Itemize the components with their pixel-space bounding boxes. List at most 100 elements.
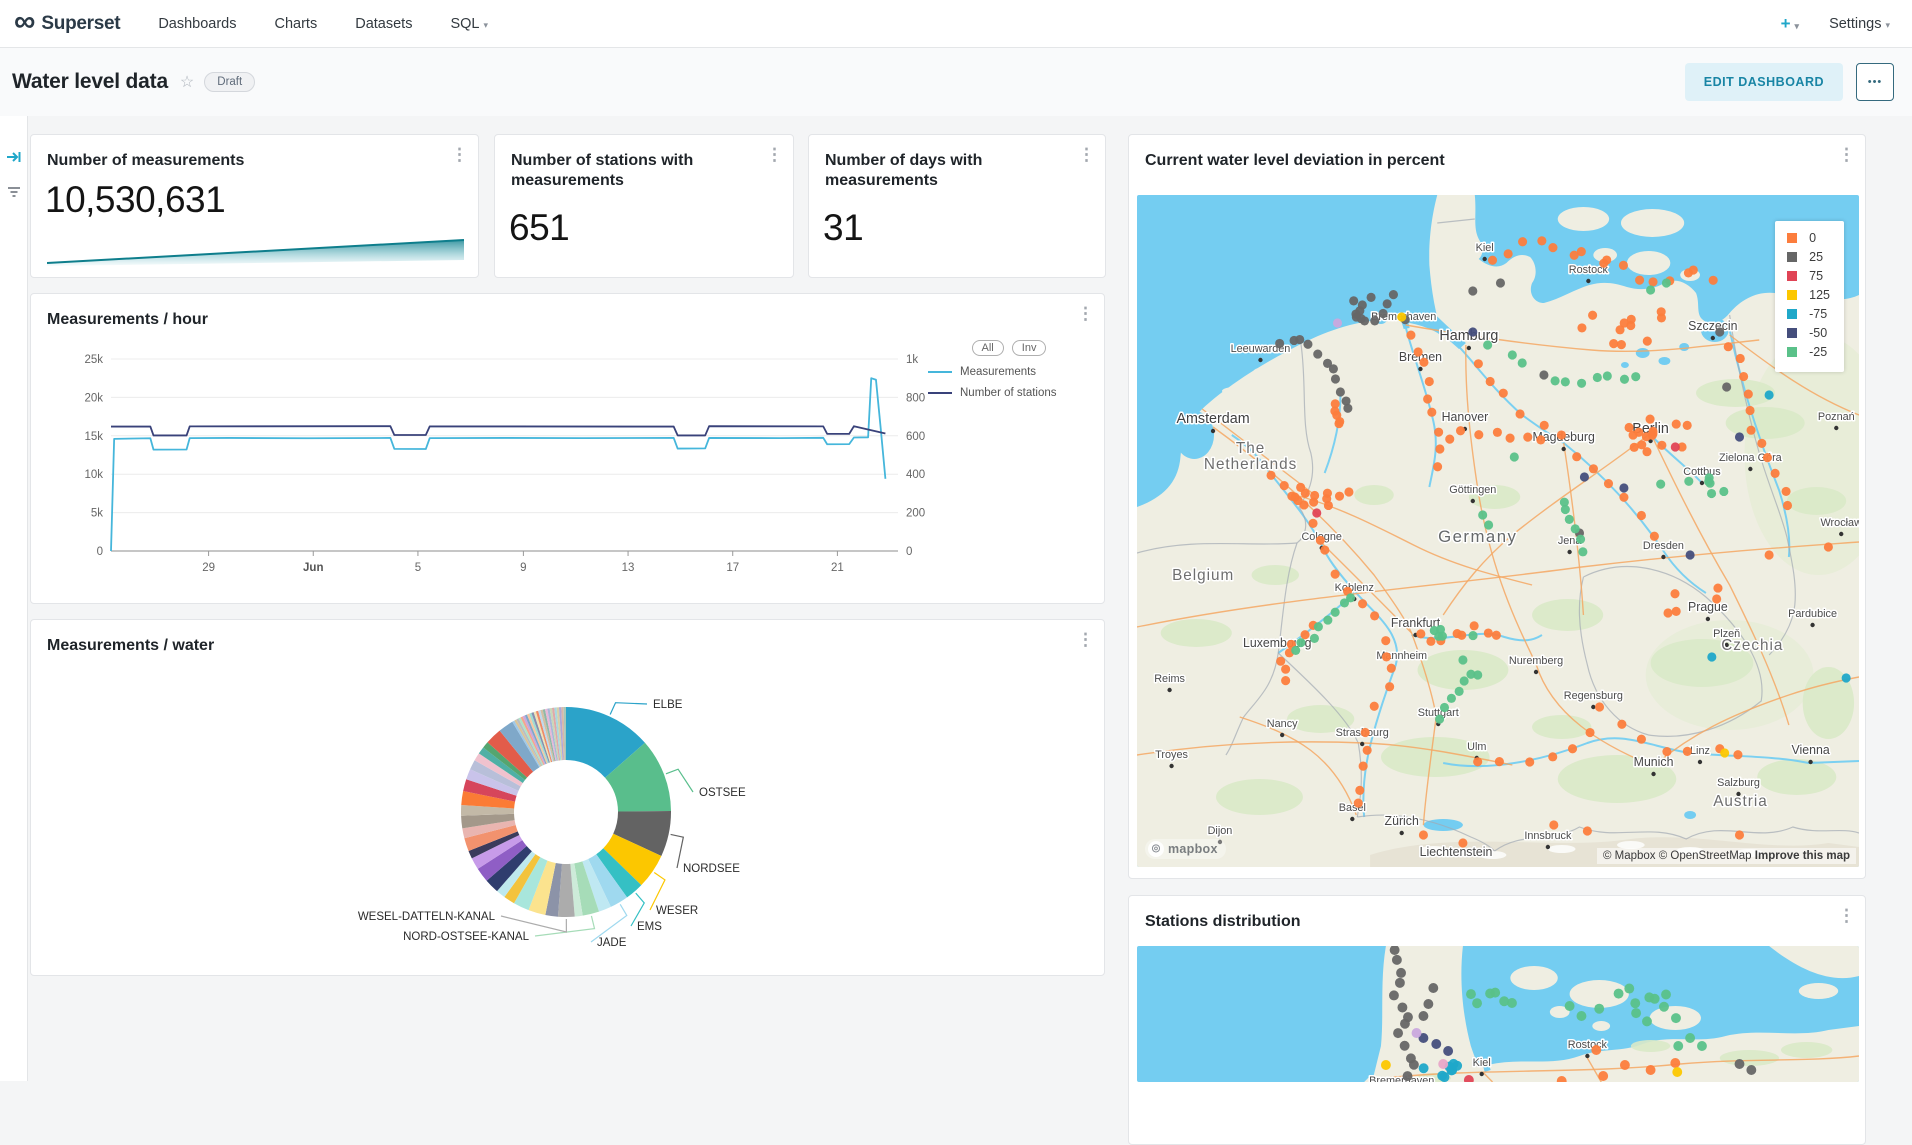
station-dot [1303,340,1312,349]
station-dot [1689,265,1698,274]
station-dot [1385,682,1394,691]
legend-value-label: 25 [1809,250,1823,264]
kebab-menu-icon[interactable]: ⋮ [451,147,468,163]
attribution-links[interactable]: © Mapbox © OpenStreetMap [1603,850,1755,862]
legend-color-swatch [1787,290,1797,300]
station-dot [1683,747,1692,756]
map-city-label: Hanover [1442,410,1489,424]
station-dot [1671,1013,1681,1023]
station-dot [1565,1001,1575,1011]
legend-color-swatch [1787,328,1797,338]
map-legend-item[interactable]: 25 [1787,250,1830,264]
panel-title: Stations distribution [1145,912,1301,932]
donut-slice-label: WESEL-DATTELN-KANAL [358,911,496,923]
map-legend-item[interactable]: -75 [1787,307,1830,321]
map-city-label: Pardubice [1788,608,1837,620]
edit-dashboard-button[interactable]: EDIT DASHBOARD [1685,63,1843,101]
station-dot [1381,1060,1391,1070]
map-svg[interactable]: LeeuwardenAmsterdamTheNetherlandsBelgium… [1137,195,1859,867]
stations-map-canvas[interactable]: KielRostockBremerhaven [1137,946,1859,1082]
station-dot [1705,473,1714,482]
station-dot [1336,387,1345,396]
legend-inv-button[interactable]: Inv [1012,340,1047,356]
station-dot [1646,285,1655,294]
station-dot [1627,315,1636,324]
station-dot [1637,511,1646,520]
nav-item-datasets[interactable]: Datasets [355,16,412,32]
legend-item-measurements[interactable]: Measurements [928,366,1090,378]
legend-item-stations[interactable]: Number of stations [928,387,1090,399]
settings-menu[interactable]: Settings▾ [1829,16,1890,32]
nav-item-sql[interactable]: SQL▾ [450,16,488,32]
kebab-menu-icon[interactable]: ⋮ [1078,147,1095,163]
svg-text:0: 0 [97,546,103,558]
map-city-label: Zürich [1385,814,1419,828]
svg-text:13: 13 [622,562,635,574]
station-dot [1672,1067,1682,1077]
map-legend-item[interactable]: -50 [1787,326,1830,340]
nav-item-charts[interactable]: Charts [275,16,318,32]
station-dot [1576,535,1585,544]
kpi-value: 651 [509,207,569,249]
station-dot [1367,293,1376,302]
station-dot [1735,830,1744,839]
station-dot [1484,520,1493,529]
station-dot [1707,489,1716,498]
station-dot [1634,428,1643,437]
donut-slice-label: NORDSEE [683,863,740,875]
station-dot [1571,524,1580,533]
map-city-label: Reims [1154,673,1185,685]
new-item-button[interactable]: +▾ [1781,14,1799,34]
station-dot [1396,968,1406,978]
kebab-menu-icon[interactable]: ⋮ [1838,908,1855,924]
station-dot [1381,636,1390,645]
map-city-label: Troyes [1155,749,1188,761]
mapbox-logo[interactable]: ◎ mapbox [1145,839,1226,859]
station-dot [1333,318,1342,327]
chart-legend: All Inv Measurements Number of stations [928,340,1090,408]
station-dot [1735,1059,1745,1069]
donut-slice-label: EMS [637,921,662,933]
favorite-star-icon[interactable]: ☆ [180,72,194,92]
station-dot [1585,728,1594,737]
station-dot [1733,750,1742,759]
map-legend-item[interactable]: -25 [1787,345,1830,359]
station-dot [1782,487,1791,496]
deviation-map-canvas[interactable]: LeeuwardenAmsterdamTheNetherlandsBelgium… [1137,195,1859,867]
legend-all-button[interactable]: All [972,340,1004,356]
station-dot [1470,621,1479,630]
kebab-menu-icon[interactable]: ⋮ [1838,147,1855,163]
kebab-menu-icon[interactable]: ⋮ [766,147,783,163]
filter-funnel-icon[interactable] [7,186,21,198]
expand-filters-icon[interactable] [6,150,22,164]
nav-item-dashboards[interactable]: Dashboards [158,16,236,32]
station-dot [1671,442,1680,451]
map-legend-item[interactable]: 125 [1787,288,1830,302]
svg-text:0: 0 [906,546,912,558]
station-dot [1657,441,1666,450]
station-dot [1561,505,1570,514]
station-dot [1438,1059,1448,1069]
svg-text:20k: 20k [84,392,103,404]
station-dot [1650,994,1660,1004]
more-options-button[interactable]: ••• [1856,63,1894,101]
station-dot [1460,676,1469,685]
station-dot [1648,427,1657,436]
map-svg[interactable]: KielRostockBremerhaven [1137,946,1859,1082]
donut-slice-label: NORD-OSTSEE-KANAL [403,931,529,943]
map-city-label: Dijon [1208,825,1233,837]
water-donut-chart[interactable]: ELBEOSTSEENORDSEEWESEREMSJADENORD-OSTSEE… [31,620,1104,975]
map-city-label: Ulm [1467,741,1486,753]
map-city-label: Göttingen [1449,484,1496,496]
map-legend-item[interactable]: 0 [1787,231,1830,245]
map-legend-item[interactable]: 75 [1787,269,1830,283]
station-dot [1617,340,1626,349]
station-dot [1324,501,1333,510]
improve-map-link[interactable]: Improve this map [1755,850,1850,862]
superset-logo[interactable]: ∞ Superset [14,13,120,35]
map-city-label: Zielona Góra [1719,452,1783,464]
map-city-label: Dresden [1643,540,1684,552]
station-dot [1624,984,1634,994]
station-dot [1468,631,1477,640]
station-dot [1557,430,1566,439]
